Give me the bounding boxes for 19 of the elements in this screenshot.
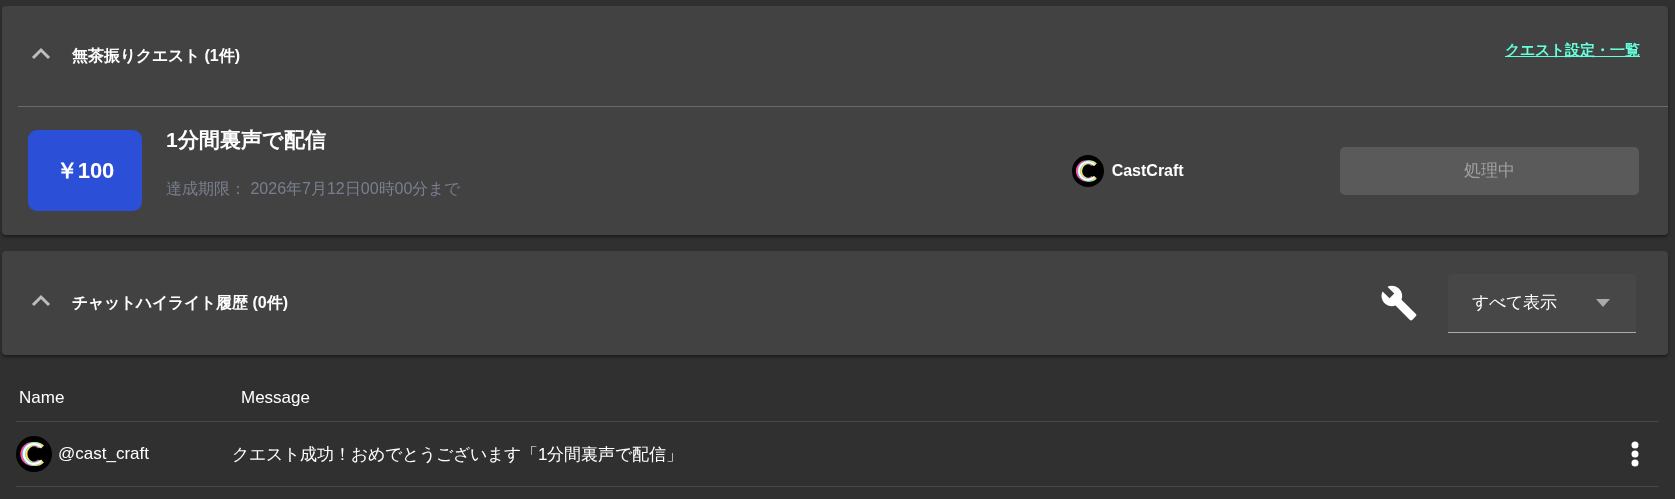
collapse-icon[interactable] xyxy=(30,46,52,60)
more-icon[interactable] xyxy=(1630,441,1640,467)
user-name: @cast_craft xyxy=(58,444,149,464)
app-name: CastCraft xyxy=(1111,161,1184,180)
column-header: Name xyxy=(18,388,66,408)
column-header: Message xyxy=(241,388,310,408)
caret-icon xyxy=(1596,298,1610,307)
collapse-icon[interactable] xyxy=(30,293,52,307)
wrench-icon[interactable] xyxy=(1380,284,1418,322)
quest-title: 1分間裏声で配信 xyxy=(166,127,327,153)
quest-deadline: 達成期限： 2026年7月12日00時00分まで xyxy=(166,179,462,199)
panel-title: 無茶振りクエスト (1件) xyxy=(72,45,241,66)
filter-dropdown[interactable]: すべて表示 xyxy=(1448,273,1636,333)
chat-message: クエスト成功！おめでとうございます「1分間裏声で配信」 xyxy=(232,443,685,466)
panel-title: チャットハイライト履歴 (0件) xyxy=(72,292,289,313)
app-logo-icon xyxy=(1071,154,1104,187)
avatar-icon xyxy=(16,436,52,472)
price-badge: ￥100 xyxy=(28,130,142,211)
quest-settings-link[interactable]: クエスト設定・一覧 xyxy=(1505,40,1640,60)
